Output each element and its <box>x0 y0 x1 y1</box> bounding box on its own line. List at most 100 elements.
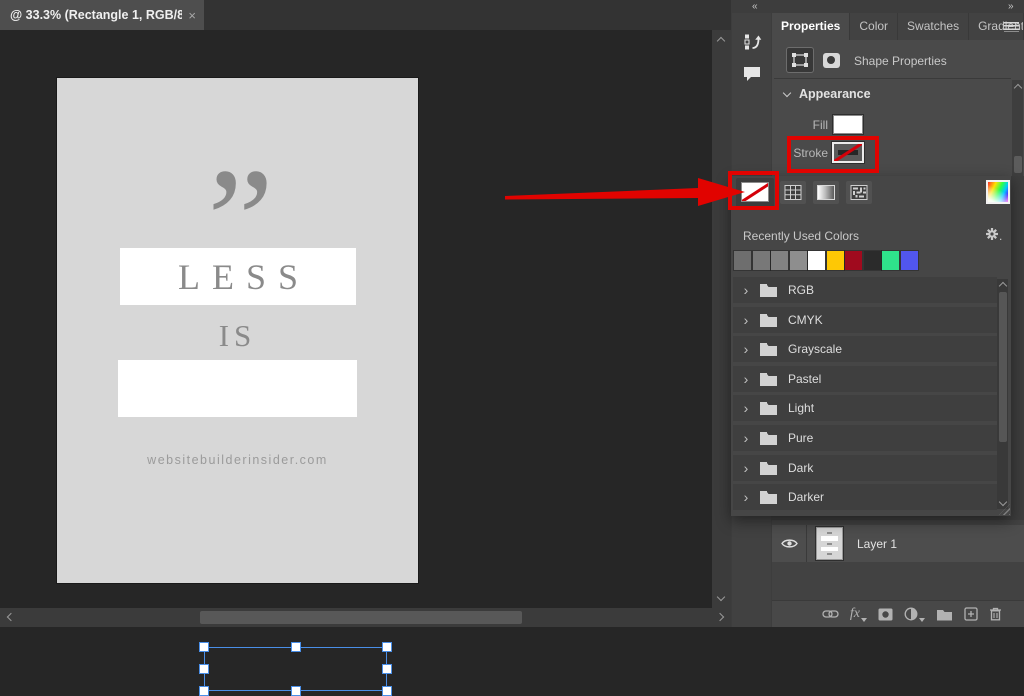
tab-swatches[interactable]: Swatches <box>898 13 968 40</box>
recent-color-swatch[interactable] <box>901 251 918 270</box>
poster-document[interactable]: ” LESS IS websitebuilderinsider.com <box>57 78 418 583</box>
recent-color-swatch[interactable] <box>864 251 881 270</box>
horizontal-scroll-thumb[interactable] <box>200 611 522 624</box>
swatch-settings[interactable]: . <box>985 227 1002 241</box>
recent-color-swatch[interactable] <box>753 251 770 270</box>
horizontal-scrollbar[interactable] <box>0 608 731 627</box>
version-history-icon[interactable] <box>738 29 766 55</box>
transform-handle[interactable] <box>291 686 301 696</box>
recent-color-swatch[interactable] <box>882 251 899 270</box>
color-picker-swatch[interactable] <box>988 182 1008 202</box>
appearance-section-header[interactable]: Appearance <box>784 87 871 101</box>
annotation-arrow <box>505 176 747 212</box>
layer-thumbnail[interactable] <box>807 528 851 559</box>
gradient-icon <box>817 185 835 200</box>
chevron-right-icon[interactable]: › <box>733 395 759 421</box>
watermark-text: websitebuilderinsider.com <box>57 453 418 467</box>
collapse-panels-icon[interactable]: « <box>752 1 757 12</box>
scroll-thumb[interactable] <box>1014 156 1022 173</box>
pattern-button[interactable] <box>846 181 872 204</box>
chevron-right-icon[interactable]: › <box>733 336 759 362</box>
expand-panels-icon[interactable]: » <box>1008 1 1013 12</box>
scroll-up-icon[interactable] <box>717 37 725 45</box>
comments-icon[interactable] <box>738 61 766 87</box>
adjustment-layer-icon[interactable] <box>904 607 925 621</box>
fill-color-swatch[interactable] <box>834 116 862 133</box>
layers-panel: Layer 1 fx <box>772 520 1024 627</box>
recent-color-swatch[interactable] <box>734 251 751 270</box>
document-tab[interactable]: @ 33.3% (Rectangle 1, RGB/8#) * × <box>0 0 204 30</box>
recent-color-swatch[interactable] <box>845 251 862 270</box>
tab-properties[interactable]: Properties <box>772 13 849 40</box>
popup-scrollbar[interactable] <box>997 279 1008 509</box>
new-group-icon[interactable] <box>936 608 953 621</box>
canvas-area[interactable]: ” LESS IS websitebuilderinsider.com <box>0 30 712 627</box>
chevron-right-icon[interactable]: › <box>733 484 759 510</box>
folder-icon <box>759 401 778 415</box>
color-group-row[interactable]: › Light <box>733 395 997 421</box>
gradient-button[interactable] <box>813 181 839 204</box>
transform-handle[interactable] <box>382 686 392 696</box>
chevron-right-icon[interactable]: › <box>733 307 759 333</box>
transform-handle[interactable] <box>382 642 392 652</box>
transform-properties-button[interactable] <box>787 48 813 72</box>
recent-color-swatch[interactable] <box>827 251 844 270</box>
chevron-right-icon[interactable]: › <box>733 277 759 303</box>
transform-handle[interactable] <box>382 664 392 674</box>
color-group-row[interactable]: › Grayscale <box>733 336 997 362</box>
white-band-selected[interactable] <box>118 360 357 417</box>
less-text: LESS <box>166 256 310 298</box>
color-group-label: Grayscale <box>788 342 842 356</box>
link-layers-icon[interactable] <box>822 609 839 619</box>
transform-handle[interactable] <box>199 686 209 696</box>
solid-color-grid-button[interactable] <box>780 181 806 204</box>
transform-handle[interactable] <box>199 664 209 674</box>
new-layer-icon[interactable] <box>964 607 978 621</box>
chevron-right-icon[interactable]: › <box>733 425 759 451</box>
folder-icon <box>759 313 778 327</box>
color-group-label: Pure <box>788 431 813 445</box>
scroll-down-icon[interactable] <box>717 593 725 601</box>
layer-thumbnail-preview <box>817 528 842 559</box>
properties-scrollbar[interactable] <box>1012 80 1023 176</box>
document-tab-title: @ 33.3% (Rectangle 1, RGB/8#) * <box>10 8 182 22</box>
transform-handle[interactable] <box>199 642 209 652</box>
scroll-right-icon[interactable] <box>716 613 724 621</box>
folder-icon <box>759 283 778 297</box>
gear-icon <box>985 227 999 241</box>
layer-effects-icon[interactable]: fx <box>850 607 867 621</box>
color-group-row[interactable]: ›Darker <box>733 484 997 510</box>
layer-row[interactable]: Layer 1 <box>772 525 1024 562</box>
color-group-row[interactable]: › Pure <box>733 425 997 451</box>
scroll-up-icon[interactable] <box>1013 84 1021 92</box>
layer-visibility-toggle[interactable] <box>772 538 806 549</box>
chevron-right-icon[interactable]: › <box>733 366 759 392</box>
add-layer-mask-icon[interactable] <box>878 608 893 621</box>
tab-color[interactable]: Color <box>850 13 897 40</box>
selection-bounding-box[interactable] <box>204 647 387 691</box>
recent-color-swatch[interactable] <box>771 251 788 270</box>
layer-name[interactable]: Layer 1 <box>857 537 897 551</box>
color-group-row[interactable]: ›Dark <box>733 455 997 481</box>
separator <box>774 78 1011 79</box>
color-group-row[interactable]: ›RGB <box>733 277 997 303</box>
panel-menu-icon[interactable] <box>1004 22 1019 32</box>
scroll-down-icon[interactable] <box>998 498 1006 506</box>
close-icon[interactable]: × <box>182 8 196 23</box>
annotation-nocolor-highlight <box>728 171 779 210</box>
shape-properties-label: Shape Properties <box>854 54 947 68</box>
scroll-thumb[interactable] <box>999 292 1007 442</box>
chevron-right-icon[interactable]: › <box>733 455 759 481</box>
scroll-left-icon[interactable] <box>7 613 15 621</box>
transform-handle[interactable] <box>291 642 301 652</box>
color-group-label: Light <box>788 401 814 415</box>
color-group-row[interactable]: ›Pastel <box>733 366 997 392</box>
recent-color-swatch[interactable] <box>808 251 825 270</box>
scroll-up-icon[interactable] <box>998 282 1006 290</box>
vertical-scrollbar[interactable] <box>712 30 731 608</box>
delete-layer-icon[interactable] <box>989 607 1002 621</box>
mask-properties-button[interactable] <box>818 48 844 72</box>
color-group-row[interactable]: ›CMYK <box>733 307 997 333</box>
recent-color-swatch[interactable] <box>790 251 807 270</box>
stroke-color-popup: Recently Used Colors . ›RGB›CMYK›Graysca… <box>731 176 1011 516</box>
